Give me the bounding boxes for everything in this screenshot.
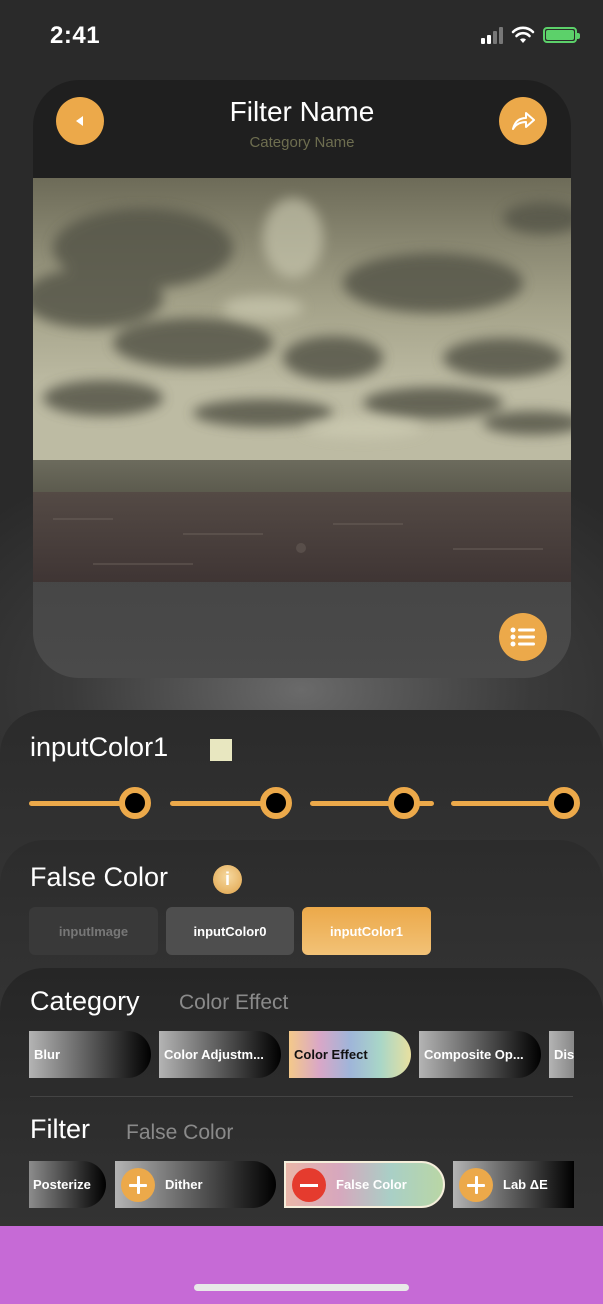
category-subtitle: Category Name	[249, 134, 355, 151]
filter-label: Filter	[30, 1114, 90, 1144]
chip-label: Composite Op...	[424, 1047, 524, 1062]
selected-filter: False Color	[126, 1121, 234, 1144]
slider-thumb[interactable]	[548, 787, 581, 819]
chip-label: False Color	[336, 1177, 407, 1192]
category-chip-color-effect[interactable]: Color Effect	[289, 1031, 411, 1078]
cellular-signal-icon	[481, 26, 503, 44]
selected-category: Color Effect	[179, 991, 289, 1014]
chip-label: Dis	[554, 1047, 574, 1062]
category-label: Category	[30, 986, 140, 1016]
filter-list-button[interactable]	[499, 613, 547, 661]
chip-label: Blur	[34, 1047, 60, 1062]
filtered-photo	[33, 178, 571, 582]
filter-chip-posterize[interactable]: Posterize	[29, 1161, 106, 1208]
alpha-slider[interactable]	[451, 787, 581, 819]
filter-panel-title: False Color	[30, 862, 169, 892]
slider-thumb[interactable]	[118, 787, 151, 819]
tab-input-image[interactable]: inputImage	[29, 907, 158, 955]
preview-card: Filter Name Category Name	[33, 80, 571, 678]
category-chip-color-adjustment[interactable]: Color Adjustm...	[159, 1031, 281, 1078]
home-indicator[interactable]	[194, 1284, 409, 1291]
status-icons	[481, 26, 580, 44]
chip-label: Posterize	[33, 1177, 91, 1192]
chip-label: Dither	[165, 1177, 203, 1192]
list-icon	[510, 627, 535, 647]
color-swatch	[210, 739, 232, 761]
chip-label: Color Effect	[294, 1047, 368, 1062]
bottom-bar	[0, 1226, 603, 1304]
browser-panel: Category Color Effect Blur Color Adjustm…	[0, 968, 603, 1226]
chip-label: Color Adjustm...	[164, 1047, 264, 1062]
add-icon[interactable]	[121, 1167, 155, 1202]
red-slider[interactable]	[29, 787, 151, 819]
blue-slider[interactable]	[310, 787, 434, 819]
tab-input-color0[interactable]: inputColor0	[166, 907, 294, 955]
filter-chip-dither[interactable]: Dither	[115, 1161, 276, 1208]
green-slider[interactable]	[170, 787, 292, 819]
filter-chip-false-color[interactable]: False Color	[284, 1161, 445, 1208]
wifi-icon	[511, 26, 535, 43]
section-divider	[30, 1096, 573, 1097]
chip-label: Lab ΔE	[503, 1177, 548, 1192]
tab-input-color1[interactable]: inputColor1	[302, 907, 431, 955]
slider-thumb[interactable]	[259, 787, 292, 819]
filter-title: Filter Name	[229, 96, 375, 127]
info-icon[interactable]: i	[213, 865, 242, 894]
share-button[interactable]	[499, 97, 547, 145]
battery-icon	[543, 27, 580, 43]
add-icon[interactable]	[459, 1167, 493, 1202]
status-bar: 2:41	[0, 0, 603, 70]
status-time: 2:41	[50, 22, 101, 49]
category-chip-blur[interactable]: Blur	[29, 1031, 151, 1078]
color-parameter-label: inputColor1	[30, 732, 169, 762]
slider-thumb[interactable]	[388, 787, 421, 819]
filter-chip-lab-delta-e[interactable]: Lab ΔE	[453, 1161, 574, 1208]
category-chip-distortion[interactable]: Dis	[549, 1031, 574, 1078]
remove-icon[interactable]	[292, 1167, 326, 1202]
share-arrow-icon	[512, 112, 535, 130]
category-chip-composite-operation[interactable]: Composite Op...	[419, 1031, 541, 1078]
